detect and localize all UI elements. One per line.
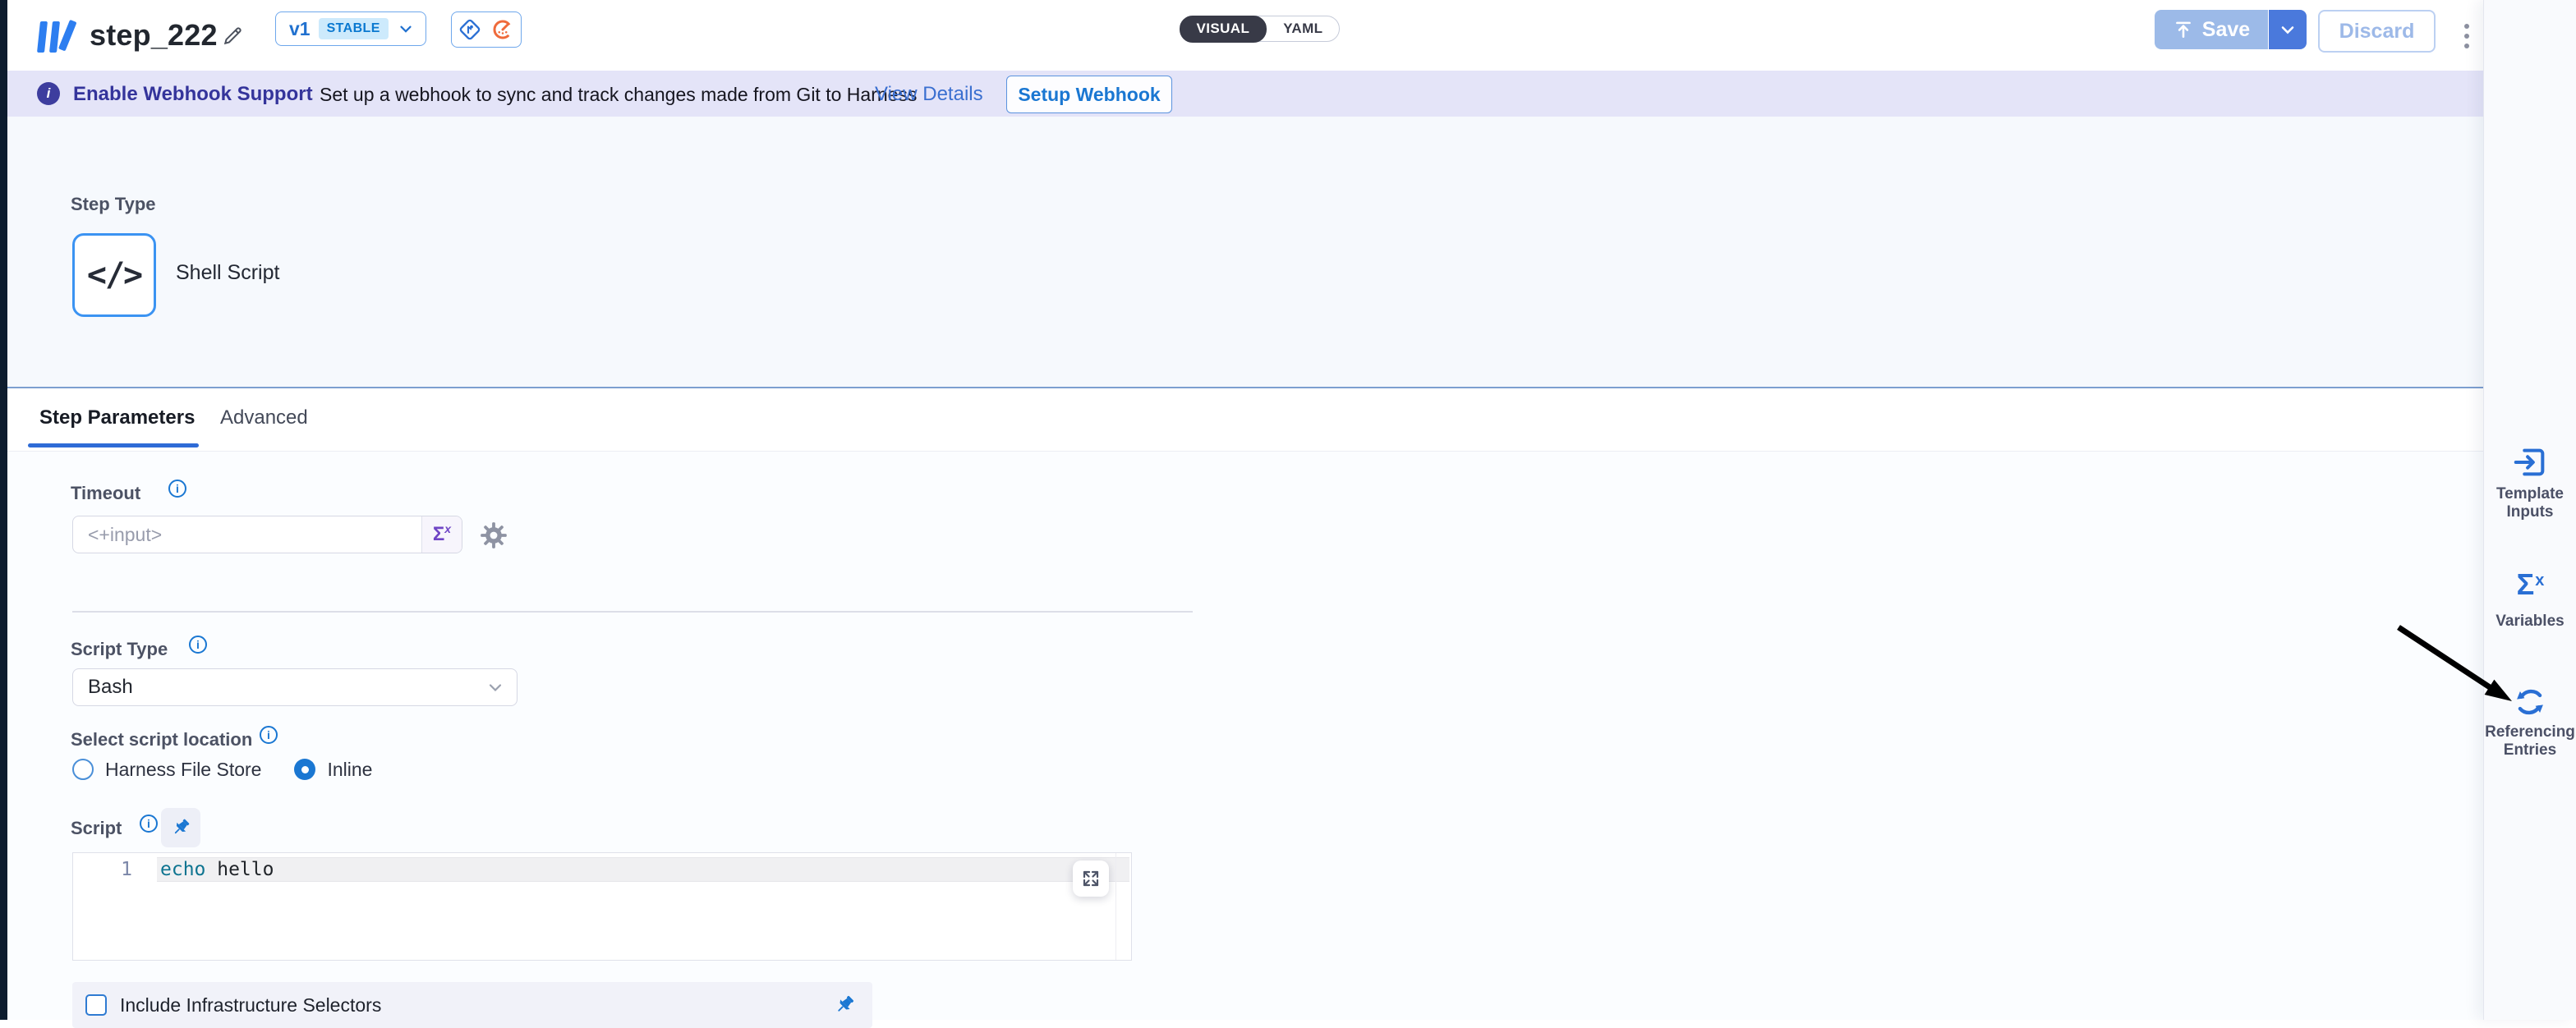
visual-yaml-toggle: VISUAL YAML	[1180, 16, 1340, 42]
step-parameters-form: Timeout Σx	[7, 452, 2483, 1020]
collapsed-left-nav[interactable]	[0, 0, 7, 1020]
step-type-card[interactable]: </>	[72, 233, 156, 317]
sidebar-label: Variables	[2484, 613, 2576, 631]
diamond-branch-icon	[458, 17, 482, 42]
tab-advanced[interactable]: Advanced	[220, 406, 308, 429]
kebab-dot	[2464, 34, 2469, 39]
upload-icon	[2173, 19, 2194, 40]
current-line-highlight	[157, 857, 1129, 882]
info-icon[interactable]	[168, 480, 186, 498]
script-code-editor[interactable]: 1 echo hello	[72, 852, 1132, 961]
script-type-select[interactable]: Bash	[72, 668, 518, 706]
tab-bar: Step Parameters Advanced	[7, 388, 2483, 452]
timer-gauge-icon	[490, 17, 515, 42]
script-location-label: Select script location	[71, 729, 252, 750]
code-keyword: echo	[160, 859, 205, 880]
save-button[interactable]: Save	[2155, 10, 2268, 49]
step-type-value: Shell Script	[176, 261, 279, 285]
tab-step-parameters[interactable]: Step Parameters	[39, 406, 195, 429]
right-toolbar: Template Inputs Σx Variables Ref	[2483, 0, 2576, 1020]
radio-label[interactable]: Inline	[327, 759, 372, 781]
header-bar: step_222 v1 STABLE	[7, 0, 2483, 71]
info-icon[interactable]	[189, 636, 207, 654]
toggle-yaml[interactable]: YAML	[1267, 16, 1339, 41]
script-location-options: Harness File Store Inline	[72, 757, 372, 782]
line-number: 1	[73, 857, 132, 882]
version-selector[interactable]: v1 STABLE	[275, 11, 426, 46]
version-label: v1	[289, 18, 310, 40]
kebab-dot	[2464, 44, 2469, 48]
stable-badge: STABLE	[319, 18, 389, 39]
variables-icon: Σx	[2484, 568, 2576, 606]
template-inputs-icon	[2511, 443, 2549, 481]
script-type-label: Script Type	[71, 639, 168, 660]
template-studio-page: step_222 v1 STABLE	[0, 0, 2576, 1020]
code-argument: hello	[205, 859, 274, 880]
pencil-icon	[221, 25, 244, 48]
include-infra-checkbox[interactable]	[85, 994, 107, 1016]
view-details-link[interactable]: View Details	[875, 83, 983, 106]
code-line[interactable]: echo hello	[160, 857, 274, 882]
timeout-input-group: Σx	[72, 516, 462, 553]
banner-message: Set up a webhook to sync and track chang…	[320, 84, 917, 106]
sidebar-item-template-inputs[interactable]: Template Inputs	[2484, 443, 2576, 521]
pushpin-icon	[166, 813, 196, 843]
radio-harness-file-store[interactable]	[72, 759, 94, 780]
sidebar-label: Referencing Entries	[2484, 723, 2576, 760]
sidebar-item-variables[interactable]: Σx Variables	[2484, 568, 2576, 631]
section-divider	[72, 611, 1193, 613]
sidebar-item-referencing-entries[interactable]: Referencing Entries	[2484, 685, 2576, 760]
save-split-button: Save	[2155, 10, 2307, 49]
info-icon[interactable]	[140, 815, 158, 833]
expand-editor-button[interactable]	[1073, 860, 1109, 897]
timeout-settings-button[interactable]	[477, 519, 510, 552]
sigma-glyph: Σ	[433, 523, 444, 546]
gear-icon	[478, 520, 509, 551]
logo-bar	[58, 20, 77, 52]
radio-inline[interactable]	[294, 759, 315, 780]
timeout-input[interactable]	[73, 516, 421, 553]
expand-arrows-icon	[1081, 869, 1101, 888]
more-options-menu[interactable]	[2455, 18, 2478, 54]
template-library-logo-icon	[39, 20, 76, 53]
sigma-sup: x	[444, 522, 451, 535]
pin-script-button[interactable]	[161, 808, 200, 847]
step-type-label: Step Type	[71, 194, 156, 215]
chevron-down-icon	[485, 677, 505, 697]
info-icon: i	[37, 82, 60, 105]
save-label: Save	[2202, 18, 2250, 42]
timeout-label: Timeout	[71, 483, 140, 504]
expression-type-button[interactable]: Σx	[421, 516, 462, 553]
script-label: Script	[71, 818, 122, 839]
info-icon[interactable]	[260, 726, 278, 744]
webhook-banner: i Enable Webhook Support Set up a webhoo…	[7, 71, 2483, 117]
chevron-down-icon	[397, 20, 415, 38]
script-type-value: Bash	[88, 676, 133, 699]
referencing-entries-icon	[2513, 685, 2547, 719]
pushpin-icon[interactable]	[828, 989, 861, 1021]
active-tab-underline	[28, 443, 199, 447]
sidebar-label: Template Inputs	[2484, 485, 2576, 521]
radio-label[interactable]: Harness File Store	[105, 759, 261, 781]
step-type-section: Step Type </> Shell Script	[7, 117, 2483, 388]
toggle-visual[interactable]: VISUAL	[1180, 16, 1267, 43]
discard-button[interactable]: Discard	[2318, 10, 2436, 53]
logo-bar	[37, 21, 48, 53]
chevron-down-icon	[2278, 20, 2298, 39]
edit-title-button[interactable]	[219, 23, 246, 49]
shell-script-icon: </>	[87, 256, 141, 294]
banner-title: Enable Webhook Support	[73, 83, 313, 106]
template-status-icons[interactable]	[451, 11, 522, 48]
save-options-button[interactable]	[2268, 10, 2307, 49]
setup-webhook-button[interactable]: Setup Webhook	[1006, 76, 1172, 113]
include-infra-label: Include Infrastructure Selectors	[120, 994, 381, 1017]
kebab-dot	[2464, 24, 2469, 29]
include-infra-selectors-row: Include Infrastructure Selectors	[72, 982, 872, 1028]
page-title: step_222	[90, 18, 218, 53]
